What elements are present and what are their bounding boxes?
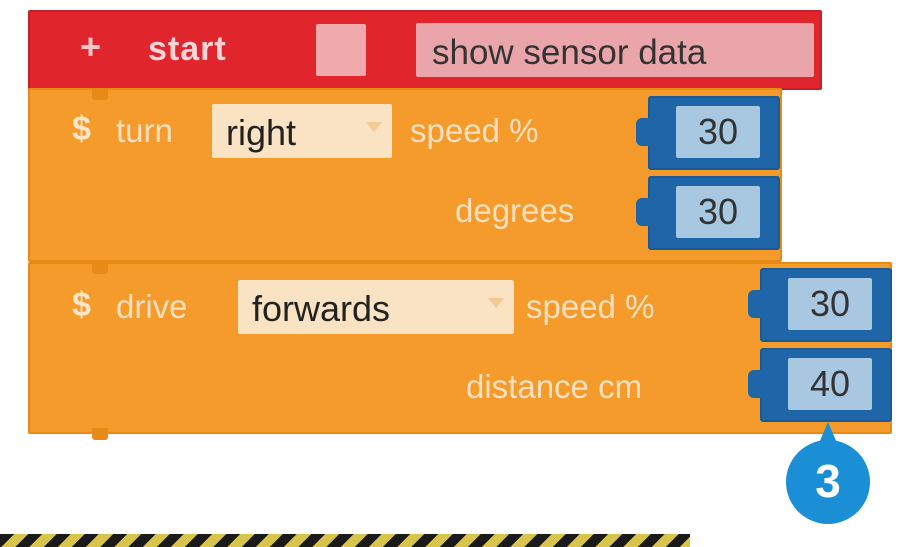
drive-distance-label: distance cm xyxy=(466,368,643,405)
turn-degrees-input[interactable]: 30 xyxy=(636,176,780,250)
drive-label: drive xyxy=(116,288,188,325)
start-plus-icon: + xyxy=(80,26,102,67)
start-dropdown[interactable] xyxy=(316,24,366,76)
block-bottom-notch xyxy=(92,428,108,440)
hazard-stripe-divider xyxy=(0,534,690,547)
drive-direction-text: forwards xyxy=(252,288,391,329)
turn-degrees-label: degrees xyxy=(455,192,575,229)
start-block[interactable]: + start show sensor data xyxy=(28,10,822,90)
block-notch xyxy=(92,262,108,274)
turn-block-icon: $ xyxy=(72,110,91,148)
chevron-down-icon xyxy=(488,298,504,308)
drive-distance-input[interactable]: 40 xyxy=(748,348,892,422)
drive-direction-dropdown[interactable]: forwards xyxy=(238,280,514,334)
turn-degrees-value[interactable]: 30 xyxy=(676,186,760,238)
drive-block-icon: $ xyxy=(72,286,91,324)
chevron-down-icon xyxy=(366,122,382,132)
step-marker: 3 xyxy=(786,440,870,524)
start-value-field[interactable]: show sensor data xyxy=(416,23,814,77)
turn-speed-value[interactable]: 30 xyxy=(676,106,760,158)
turn-label: turn xyxy=(116,112,173,149)
block-notch xyxy=(92,88,108,100)
start-value-text: show sensor data xyxy=(432,33,707,72)
drive-distance-value[interactable]: 40 xyxy=(788,358,872,410)
turn-speed-label: speed % xyxy=(410,112,539,149)
start-block-label: start xyxy=(148,30,227,68)
turn-direction-dropdown[interactable]: right xyxy=(212,104,392,158)
step-number: 3 xyxy=(815,455,841,507)
drive-speed-value[interactable]: 30 xyxy=(788,278,872,330)
turn-direction-text: right xyxy=(226,112,297,153)
turn-speed-input[interactable]: 30 xyxy=(636,96,780,170)
drive-speed-label: speed % xyxy=(526,288,655,325)
drive-speed-input[interactable]: 30 xyxy=(748,268,892,342)
